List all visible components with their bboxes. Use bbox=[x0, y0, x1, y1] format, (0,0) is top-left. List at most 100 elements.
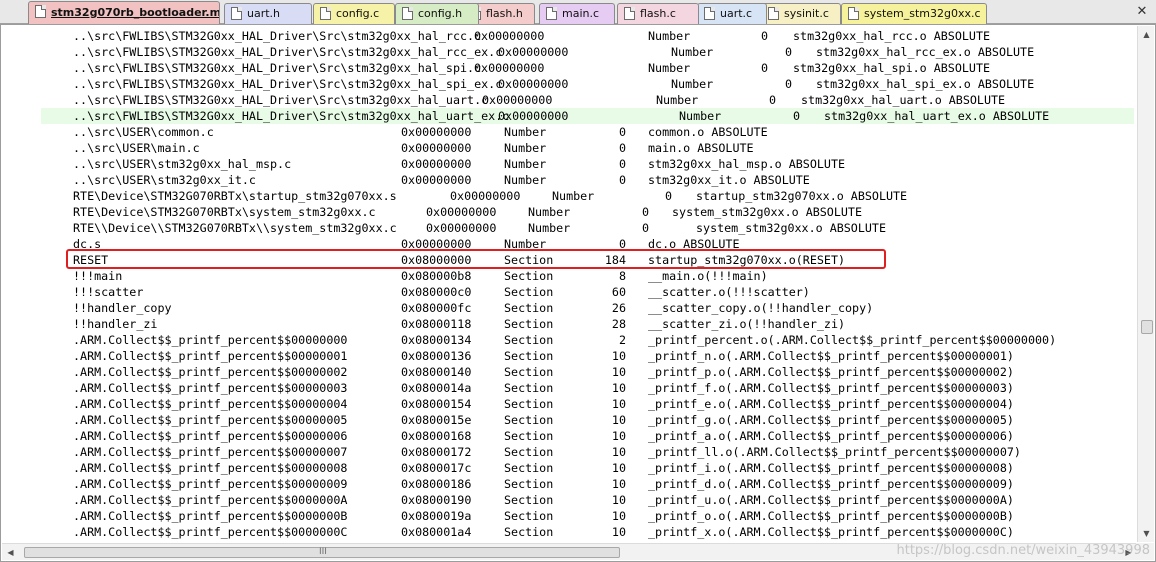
row-address: 0x00000000 bbox=[474, 61, 545, 75]
row-name: ..\src\FWLIBS\STM32G0xx_HAL_Driver\Src\s… bbox=[73, 45, 503, 59]
map-row[interactable]: !!!main 0x080000b8 Section 8 __main.o(!!!mai… bbox=[41, 268, 1134, 284]
file-icon bbox=[624, 7, 635, 20]
map-row[interactable]: .ARM.Collect$$_printf_percent$$00000005 0… bbox=[41, 412, 1134, 428]
editor-content[interactable]: ..\src\FWLIBS\STM32G0xx_HAL_Driver\Src\s… bbox=[41, 28, 1134, 540]
row-object: __main.o(!!!main) bbox=[648, 269, 768, 283]
map-row[interactable]: dc.s 0x00000000 Number 0 dc.o ABSOLUTE bbox=[41, 236, 1134, 252]
horizontal-scroll-thumb[interactable]: III bbox=[24, 547, 620, 558]
tab-label: system_stm32g0xx.c bbox=[864, 7, 981, 20]
map-row[interactable]: ..\src\USER\stm32g0xx_it.c 0x00000000 Numb… bbox=[41, 172, 1134, 188]
map-row[interactable]: !!handler_copy 0x080000fc Section 26 __scatt… bbox=[41, 300, 1134, 316]
map-row[interactable]: RTE\Device\STM32G070RBTx\startup_stm32g0… bbox=[41, 188, 1134, 204]
close-icon[interactable]: ✕ bbox=[1134, 4, 1150, 20]
row-address: 0x08000190 bbox=[401, 493, 472, 507]
row-size: 10 bbox=[611, 381, 626, 395]
map-row[interactable]: .ARM.Collect$$_printf_percent$$00000001 0… bbox=[41, 348, 1134, 364]
map-row[interactable]: .ARM.Collect$$_printf_percent$$00000004 0… bbox=[41, 396, 1134, 412]
tab-map-file[interactable]: stm32g070rb_bootloader.map bbox=[28, 1, 220, 24]
row-size: 10 bbox=[611, 461, 626, 475]
row-name: RTE\Device\STM32G070RBTx\startup_stm32g0… bbox=[73, 189, 397, 203]
scroll-up-icon[interactable]: ▲ bbox=[1138, 26, 1155, 43]
file-icon bbox=[768, 7, 779, 20]
map-row[interactable]: .ARM.Collect$$_printf_percent$$00000007 0… bbox=[41, 444, 1134, 460]
row-address: 0x08000186 bbox=[401, 477, 472, 491]
map-row[interactable]: ..\src\USER\common.c 0x00000000 Number 0 com… bbox=[41, 124, 1134, 140]
tab-file-2[interactable]: config.c bbox=[313, 3, 395, 24]
map-row[interactable]: .ARM.Collect$$_printf_percent$$0000000B 0… bbox=[41, 508, 1134, 524]
tab-file-3[interactable]: config.h bbox=[395, 3, 479, 24]
row-name: ..\src\FWLIBS\STM32G0xx_HAL_Driver\Src\s… bbox=[73, 77, 503, 91]
map-row[interactable]: .ARM.Collect$$_printf_percent$$00000000 0… bbox=[41, 332, 1134, 348]
map-row[interactable]: !!handler_zi 0x08000118 Section 28 __scatter… bbox=[41, 316, 1134, 332]
row-object: common.o ABSOLUTE bbox=[648, 125, 768, 139]
row-size: 10 bbox=[611, 509, 626, 523]
map-row[interactable]: RTE\\Device\\STM32G070RBTx\\system_stm32… bbox=[41, 220, 1134, 236]
map-row[interactable]: .ARM.Collect$$_printf_percent$$00000009 0… bbox=[41, 476, 1134, 492]
map-row[interactable]: ..\src\FWLIBS\STM32G0xx_HAL_Driver\Src\s… bbox=[41, 108, 1134, 124]
map-row[interactable]: RTE\Device\STM32G070RBTx\system_stm32g0x… bbox=[41, 204, 1134, 220]
file-icon bbox=[231, 7, 242, 20]
map-row[interactable]: ..\src\FWLIBS\STM32G0xx_HAL_Driver\Src\s… bbox=[41, 92, 1134, 108]
map-row[interactable]: ..\src\FWLIBS\STM32G0xx_HAL_Driver\Src\s… bbox=[41, 60, 1134, 76]
map-file-editor[interactable]: ..\src\FWLIBS\STM32G0xx_HAL_Driver\Src\s… bbox=[0, 24, 1156, 562]
tab-file-5[interactable]: main.c bbox=[539, 3, 615, 24]
tab-label: config.c bbox=[336, 7, 380, 20]
row-address: 0x0800015e bbox=[401, 413, 472, 427]
map-row[interactable]: ..\src\FWLIBS\STM32G0xx_HAL_Driver\Src\s… bbox=[41, 44, 1134, 60]
row-type: Section bbox=[504, 349, 554, 363]
map-row[interactable]: .ARM.Collect$$_printf_percent$$0000000C 0… bbox=[41, 524, 1134, 540]
tab-bar: ✕ stm32g070rb_bootloader.map uart.h config… bbox=[0, 0, 1156, 24]
row-size: 10 bbox=[611, 365, 626, 379]
tab-file-1[interactable]: uart.h bbox=[224, 3, 312, 24]
row-type: Section bbox=[504, 429, 554, 443]
tab-label: main.c bbox=[562, 7, 600, 20]
map-row[interactable]: .ARM.Collect$$_printf_percent$$0000000A 0… bbox=[41, 492, 1134, 508]
row-type: Section bbox=[504, 381, 554, 395]
row-object: _printf_e.o(.ARM.Collect$$_printf_percen… bbox=[648, 397, 1014, 411]
tab-label: stm32g070rb_bootloader.map bbox=[51, 6, 220, 19]
file-icon bbox=[704, 7, 715, 20]
map-row[interactable]: .ARM.Collect$$_printf_percent$$00000003 0… bbox=[41, 380, 1134, 396]
row-name: !!!main bbox=[73, 269, 123, 283]
map-row[interactable]: .ARM.Collect$$_printf_percent$$00000002 0… bbox=[41, 364, 1134, 380]
vertical-scroll-thumb[interactable] bbox=[1141, 320, 1153, 334]
row-type: Section bbox=[504, 525, 554, 539]
row-address: 0x08000134 bbox=[401, 333, 472, 347]
row-address: 0x08000136 bbox=[401, 349, 472, 363]
map-row[interactable]: ..\src\FWLIBS\STM32G0xx_HAL_Driver\Src\s… bbox=[41, 76, 1134, 92]
row-address: 0x00000000 bbox=[498, 45, 569, 59]
row-object: stm32g0xx_it.o ABSOLUTE bbox=[648, 173, 810, 187]
row-address: 0x08000154 bbox=[401, 397, 472, 411]
row-address: 0x00000000 bbox=[498, 109, 569, 123]
row-object: _printf_g.o(.ARM.Collect$$_printf_percen… bbox=[648, 413, 1014, 427]
map-row[interactable]: !!!scatter 0x080000c0 Section 60 __scatter.o… bbox=[41, 284, 1134, 300]
row-address: 0x00000000 bbox=[401, 237, 472, 251]
file-icon bbox=[35, 5, 46, 18]
row-name: ..\src\FWLIBS\STM32G0xx_HAL_Driver\Src\s… bbox=[73, 109, 510, 123]
tab-file-8[interactable]: sysinit.c bbox=[761, 3, 841, 24]
map-row[interactable]: ..\src\USER\stm32g0xx_hal_msp.c 0x0000000… bbox=[41, 156, 1134, 172]
row-address: 0x080000c0 bbox=[401, 285, 472, 299]
row-name: .ARM.Collect$$_printf_percent$$00000009 bbox=[73, 477, 348, 491]
row-name: ..\src\USER\stm32g0xx_hal_msp.c bbox=[73, 157, 292, 171]
row-object: _printf_a.o(.ARM.Collect$$_printf_percen… bbox=[648, 429, 1014, 443]
map-row[interactable]: ..\src\USER\main.c 0x00000000 Number 0 main.… bbox=[41, 140, 1134, 156]
map-row[interactable]: .ARM.Collect$$_printf_percent$$00000008 0… bbox=[41, 460, 1134, 476]
scroll-down-icon[interactable]: ▼ bbox=[1138, 525, 1155, 542]
row-type: Number bbox=[648, 61, 691, 75]
row-name: RESET bbox=[73, 253, 109, 267]
map-row-reset[interactable]: RESET 0x08000000 Section 184 startup_stm32g0… bbox=[41, 252, 1134, 268]
map-row[interactable]: .ARM.Collect$$_printf_percent$$00000006 0… bbox=[41, 428, 1134, 444]
row-size: 0 bbox=[618, 237, 626, 251]
tab-file-6[interactable]: flash.c bbox=[617, 3, 699, 24]
row-object: dc.o ABSOLUTE bbox=[648, 237, 740, 251]
vertical-scrollbar[interactable]: ▲ ▼ bbox=[1137, 26, 1154, 542]
tab-label: uart.h bbox=[247, 7, 281, 20]
row-size: 0 bbox=[618, 141, 626, 155]
tab-file-7[interactable]: uart.c bbox=[697, 3, 767, 24]
scroll-left-icon[interactable]: ◀ bbox=[2, 544, 19, 561]
watermark: https://blog.csdn.net/weixin_43943998 bbox=[896, 543, 1150, 558]
row-type: Number bbox=[552, 189, 595, 203]
map-row[interactable]: ..\src\FWLIBS\STM32G0xx_HAL_Driver\Src\s… bbox=[41, 28, 1134, 44]
tab-file-9[interactable]: system_stm32g0xx.c bbox=[841, 3, 987, 24]
